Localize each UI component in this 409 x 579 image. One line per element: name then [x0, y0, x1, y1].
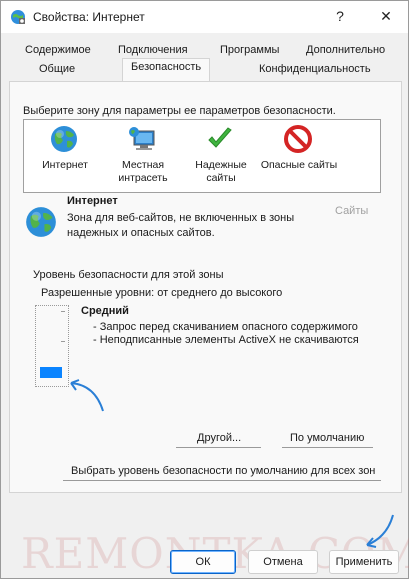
tab-general[interactable]: Общие: [39, 63, 75, 75]
apply-button[interactable]: Применить: [329, 550, 399, 574]
internet-properties-window: Свойства: Интернет ? ✕ Содержимое Подклю…: [0, 0, 409, 579]
ok-button[interactable]: ОК: [170, 550, 236, 574]
checkmark-icon: [208, 127, 232, 148]
custom-level-button[interactable]: Другой...: [197, 432, 241, 444]
help-button[interactable]: ?: [327, 4, 353, 28]
reset-all-underline: [63, 480, 381, 481]
zone-restricted[interactable]: Опасные сайты: [260, 120, 338, 192]
default-level-underline: [282, 447, 373, 448]
slider-tick-medium-high: [61, 341, 65, 342]
globe-icon: [51, 126, 77, 152]
zone-label-restricted: Опасные сайты: [260, 159, 338, 171]
forbidden-icon: [284, 125, 312, 153]
tab-programs[interactable]: Программы: [220, 44, 279, 56]
level-bullet-1: - Запрос перед скачиванием опасного соде…: [93, 321, 358, 333]
zone-label-trusted: Надежные сайты: [195, 159, 247, 184]
slider-tick-high: [61, 311, 65, 312]
security-level-slider-thumb[interactable]: [40, 367, 62, 378]
window-title: Свойства: Интернет: [33, 10, 145, 24]
zone-label-internet: Интернет: [42, 159, 88, 171]
zone-label-intranet: Местная интрасеть: [118, 159, 168, 184]
close-button[interactable]: ✕: [373, 4, 399, 28]
intranet-icon: [129, 127, 155, 150]
sites-button[interactable]: Сайты: [335, 205, 368, 217]
internet-options-app-icon: [11, 10, 25, 24]
tab-security[interactable]: Безопасность: [131, 61, 201, 73]
zone-prompt: Выберите зону для параметры ее параметро…: [23, 105, 336, 117]
tab-content[interactable]: Содержимое: [25, 44, 91, 56]
level-bullet-2: - Неподписанные элементы ActiveX не скач…: [93, 334, 359, 346]
selected-zone-title: Интернет: [67, 195, 118, 207]
selected-zone-description: Зона для веб-сайтов, не включенных в зон…: [67, 212, 295, 239]
custom-level-underline: [176, 447, 261, 448]
zone-internet[interactable]: Интернет: [26, 120, 104, 192]
title-bar: Свойства: Интернет ? ✕: [1, 1, 408, 33]
allowed-levels-text: Разрешенные уровни: от среднего до высок…: [41, 287, 283, 299]
default-level-button[interactable]: По умолчанию: [290, 432, 364, 444]
zone-list: Интернет Местная интрасеть Надежные сайт…: [23, 119, 381, 193]
tab-connections[interactable]: Подключения: [118, 44, 188, 56]
selected-zone-globe-icon: [26, 207, 56, 237]
zone-trusted[interactable]: Надежные сайты: [182, 120, 260, 192]
cancel-button[interactable]: Отмена: [248, 550, 318, 574]
zone-intranet[interactable]: Местная интрасеть: [104, 120, 182, 192]
tab-privacy[interactable]: Конфиденциальность: [259, 63, 371, 75]
annotation-arrow-icon: [70, 379, 104, 412]
level-name: Средний: [81, 305, 129, 317]
security-level-header: Уровень безопасности для этой зоны: [33, 269, 224, 281]
annotation-arrow-apply-icon: [366, 514, 394, 548]
tab-advanced[interactable]: Дополнительно: [306, 44, 385, 56]
reset-all-zones-button[interactable]: Выбрать уровень безопасности по умолчани…: [71, 465, 375, 477]
